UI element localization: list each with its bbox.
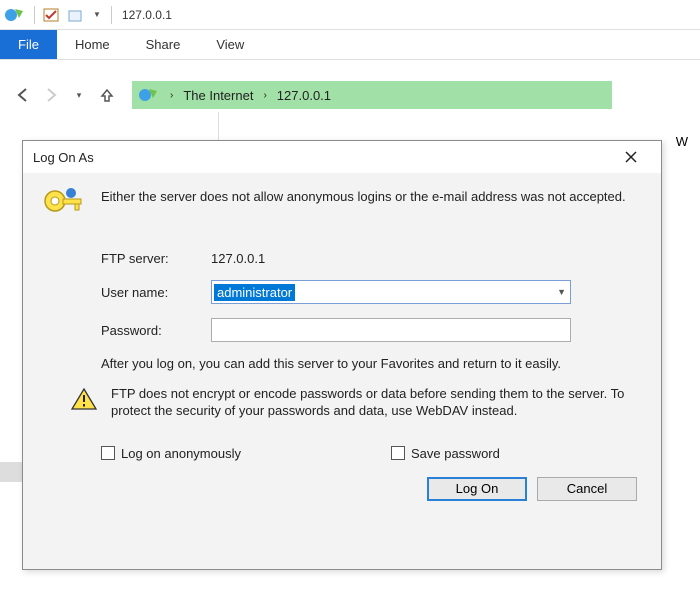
pane-divider[interactable] [218, 112, 219, 142]
dialog-title: Log On As [33, 150, 94, 165]
navigation-bar: ▾ › The Internet › 127.0.0.1 [0, 78, 700, 112]
qat-newfolder-icon[interactable] [67, 7, 83, 23]
key-icon [41, 187, 85, 227]
breadcrumb-root[interactable]: The Internet [183, 88, 253, 103]
address-bar[interactable]: › The Internet › 127.0.0.1 [132, 81, 612, 109]
warning-message: FTP does not encrypt or encode passwords… [111, 385, 643, 420]
checkbox-icon [391, 446, 405, 460]
recent-dropdown-icon[interactable]: ▾ [68, 84, 90, 106]
back-button[interactable] [12, 84, 34, 106]
username-value: administrator [214, 284, 295, 301]
qat-dropdown-icon[interactable]: ▼ [93, 10, 101, 19]
ftp-server-label: FTP server: [101, 251, 211, 266]
logon-dialog: Log On As Either the server does not all… [22, 140, 662, 570]
tab-file[interactable]: File [0, 30, 57, 59]
password-label: Password: [101, 323, 211, 338]
dialog-titlebar: Log On As [23, 141, 661, 173]
breadcrumb-current[interactable]: 127.0.0.1 [277, 88, 331, 103]
separator [34, 6, 35, 24]
anonymous-label: Log on anonymously [121, 446, 241, 461]
chevron-down-icon[interactable]: ▼ [557, 287, 566, 297]
cancel-button[interactable]: Cancel [537, 477, 637, 501]
save-password-label: Save password [411, 446, 500, 461]
tab-view[interactable]: View [198, 30, 262, 59]
username-combobox[interactable]: administrator ▼ [211, 280, 571, 304]
forward-button[interactable] [40, 84, 62, 106]
checkbox-icon [101, 446, 115, 460]
password-input[interactable] [211, 318, 571, 342]
chevron-right-icon: › [170, 90, 173, 101]
tab-share[interactable]: Share [128, 30, 199, 59]
window-title: 127.0.0.1 [122, 8, 172, 22]
favorites-hint: After you log on, you can add this serve… [101, 356, 643, 373]
warning-icon [71, 387, 97, 411]
window-titlebar: ▼ 127.0.0.1 [0, 0, 700, 30]
separator [111, 6, 112, 24]
save-password-checkbox[interactable]: Save password [391, 446, 500, 461]
ribbon: File Home Share View [0, 30, 700, 60]
ftp-server-value: 127.0.0.1 [211, 251, 265, 266]
tab-home[interactable]: Home [57, 30, 128, 59]
logon-button[interactable]: Log On [427, 477, 527, 501]
up-button[interactable] [96, 84, 118, 106]
anonymous-checkbox[interactable]: Log on anonymously [101, 446, 241, 461]
location-icon [138, 86, 158, 104]
username-label: User name: [101, 285, 211, 300]
chevron-right-icon: › [263, 90, 266, 101]
column-hint: W [676, 134, 688, 149]
dialog-message: Either the server does not allow anonymo… [101, 187, 626, 227]
qat-properties-icon[interactable] [43, 7, 59, 23]
app-icon [4, 6, 24, 24]
close-button[interactable] [611, 143, 651, 171]
